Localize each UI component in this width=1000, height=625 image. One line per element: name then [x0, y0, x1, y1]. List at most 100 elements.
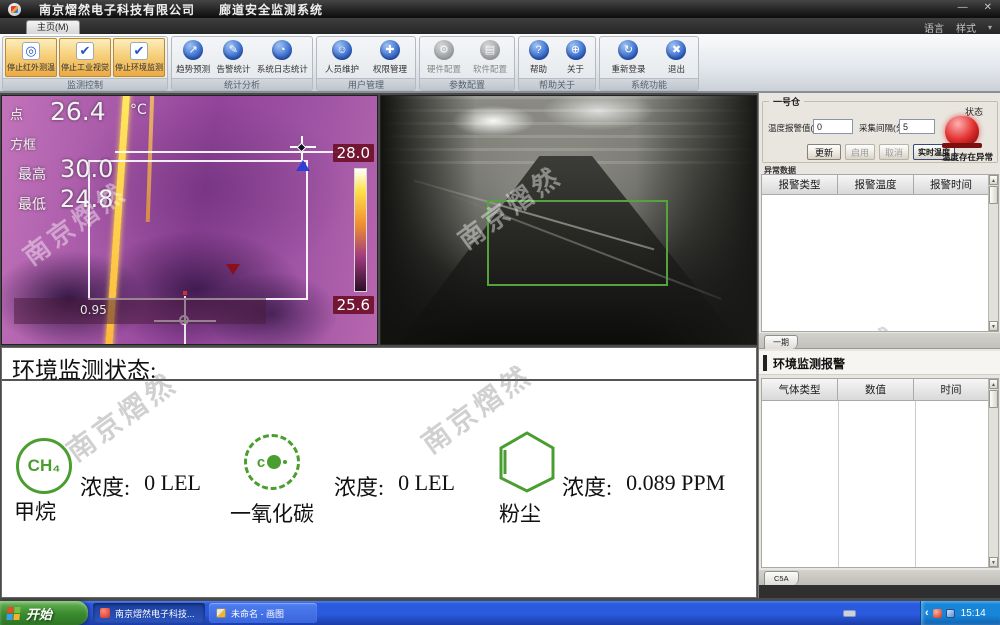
ribbon-group-label: 参数配置	[420, 78, 514, 90]
button-label: 重新登录	[611, 63, 645, 75]
ribbon-group-user-management: ☺ 人员维护 ✚ 权限管理 用户管理	[316, 36, 416, 91]
env-alarm-title: 环境监测报警	[773, 355, 845, 372]
min-label: 最低	[18, 194, 46, 214]
ch4-formula: CH₄	[28, 456, 61, 476]
app-task-icon	[100, 608, 110, 618]
scroll-thumb[interactable]	[989, 390, 998, 408]
tab-c5a[interactable]: C5A	[764, 571, 799, 585]
env-status-title: 环境监测状态:	[2, 348, 756, 381]
env-table-scrollbar[interactable]: ▲ ▼	[988, 379, 998, 567]
stop-infrared-button[interactable]: ◎ 停止红外测温	[5, 38, 57, 77]
ribbon-group-system-functions: ↻ 重新登录 ✖ 退出 系统功能	[599, 36, 699, 91]
app-logo-icon	[8, 3, 21, 16]
alarm-stats-button[interactable]: ✎ 告警统计	[213, 38, 253, 77]
alarm-lamp-icon	[945, 116, 979, 144]
taskbar-item-paint[interactable]: 未命名 - 画图	[209, 603, 317, 623]
concentration-label: 浓度:	[334, 470, 384, 502]
monitor-icon: ▤	[480, 40, 500, 60]
tray-app-icon[interactable]	[933, 609, 942, 618]
column-divider	[915, 401, 916, 568]
scroll-thumb[interactable]	[989, 186, 998, 204]
about-button[interactable]: ⊕ 关于	[563, 38, 589, 77]
scroll-down-icon[interactable]: ▼	[989, 557, 998, 567]
watermark: 南京熠然	[792, 315, 903, 332]
start-button[interactable]: 开始	[0, 601, 88, 625]
dust-reading: 浓度: 0.089 PPM	[562, 470, 725, 502]
permission-icon: ✚	[380, 40, 400, 60]
co-dot	[283, 460, 287, 464]
window-title-app: 廊道安全监测系统	[219, 1, 323, 18]
user-maintain-button[interactable]: ☺ 人员维护	[322, 38, 362, 77]
stop-env-monitor-button[interactable]: ✔ 停止环境监测	[113, 38, 165, 77]
button-label: 人员维护	[325, 63, 359, 75]
stop-vision-button[interactable]: ✔ 停止工业视觉	[59, 38, 111, 77]
pie-chart-icon: ◔	[272, 40, 292, 60]
paint-task-icon	[216, 608, 226, 618]
thermal-camera-view: 点 26.4 °C 方框 最高 30.0 最低 24.8 28.0 25.6 0…	[1, 95, 378, 345]
windows-logo-icon	[6, 607, 20, 620]
ribbon-group-monitor-control: ◎ 停止红外测温 ✔ 停止工业视觉 ✔ 停止环境监测 监测控制	[2, 36, 168, 91]
ribbon-group-label: 监测控制	[3, 78, 167, 90]
hardware-config-button: ⚙ 硬件配置	[424, 38, 464, 77]
exit-button[interactable]: ✖ 退出	[663, 38, 689, 77]
globe-icon: ⊕	[566, 40, 586, 60]
scale-min-value: 25.6	[333, 296, 374, 314]
tab-home[interactable]: 主页(M)	[26, 20, 80, 34]
env-status-panel: 环境监测状态: CH₄ 甲烷 浓度: 0 LEL c 一氧化碳 浓度: 0 LE…	[1, 347, 757, 598]
taskbar: 开始 南京熠然电子科技... 未命名 - 画图 ‹ 15:14	[0, 601, 1000, 625]
button-label: 软件配置	[473, 63, 507, 75]
permission-button[interactable]: ✚ 权限管理	[370, 38, 410, 77]
style-menu[interactable]: 样式	[956, 20, 976, 35]
measure-box-overlay	[88, 160, 308, 300]
phase-tab-row: 一期	[759, 333, 1000, 349]
warehouse-groupbox: 一号仓 温度报警值(℃): 采集间隔(分): 更新 启用 取消 实时温度 状态 …	[762, 101, 998, 163]
taskbar-item-app[interactable]: 南京熠然电子科技...	[93, 603, 205, 623]
env-col-value[interactable]: 数值	[838, 379, 914, 401]
alarm-col-time[interactable]: 报警时间	[914, 175, 989, 195]
marker-triangle-icon	[226, 264, 240, 275]
temp-alarm-input[interactable]	[813, 119, 853, 134]
gas-name-methane: 甲烷	[14, 496, 56, 526]
tray-display-icon[interactable]	[946, 609, 955, 618]
cancel-button: 取消	[879, 144, 909, 160]
trend-icon: ↗	[183, 40, 203, 60]
detection-region-overlay	[487, 200, 668, 286]
close-button[interactable]: ✕	[984, 2, 992, 13]
syslog-stats-button[interactable]: ◔ 系统日志统计	[254, 38, 311, 77]
update-button[interactable]: 更新	[807, 144, 841, 160]
co-formula: c	[257, 454, 265, 471]
concentration-value: 0.089 PPM	[626, 470, 725, 502]
ribbon-group-label: 帮助关于	[519, 78, 595, 90]
trend-forecast-button[interactable]: ↗ 趋势预测	[173, 38, 213, 77]
scroll-up-icon[interactable]: ▲	[989, 379, 998, 389]
alarm-col-temp[interactable]: 报警温度	[838, 175, 914, 195]
tab-phase-one[interactable]: 一期	[764, 335, 798, 349]
scroll-down-icon[interactable]: ▼	[989, 321, 998, 331]
env-col-time[interactable]: 时间	[914, 379, 989, 401]
language-menu[interactable]: 语言	[924, 20, 944, 35]
industrial-camera-view: 南京熠然	[380, 95, 757, 345]
start-label: 开始	[26, 604, 52, 623]
relogin-button[interactable]: ↻ 重新登录	[608, 38, 648, 77]
ribbon-group-label: 系统功能	[600, 78, 698, 90]
interval-input[interactable]	[899, 119, 935, 134]
alarm-col-type[interactable]: 报警类型	[762, 175, 838, 195]
co-dot	[267, 455, 281, 469]
alarm-table-scrollbar[interactable]: ▲ ▼	[988, 175, 998, 331]
min-temperature-value: 24.8	[60, 185, 113, 213]
temperature-abnormal-text: 温度存在异常	[942, 151, 993, 163]
help-button[interactable]: ? 帮助	[526, 38, 552, 77]
env-col-gas-type[interactable]: 气体类型	[762, 379, 838, 401]
task-label: 未命名 - 画图	[231, 607, 284, 620]
methane-reading: 浓度: 0 LEL	[80, 470, 201, 502]
concentration-value: 0 LEL	[144, 470, 201, 502]
menu-tab-row: 主页(M) 语言 样式 ▾	[0, 18, 1000, 34]
ribbon-group-label: 统计分析	[172, 78, 312, 90]
minimize-button[interactable]: —	[958, 2, 968, 13]
title-bar: 南京熠然电子科技有限公司 廊道安全监测系统 — ✕	[0, 0, 1000, 18]
tray-chevron-icon[interactable]: ‹	[925, 607, 929, 619]
thermal-info-strip	[14, 298, 266, 324]
box-label: 方框	[10, 134, 36, 153]
section-accent-bar	[763, 355, 767, 371]
scroll-up-icon[interactable]: ▲	[989, 175, 998, 185]
